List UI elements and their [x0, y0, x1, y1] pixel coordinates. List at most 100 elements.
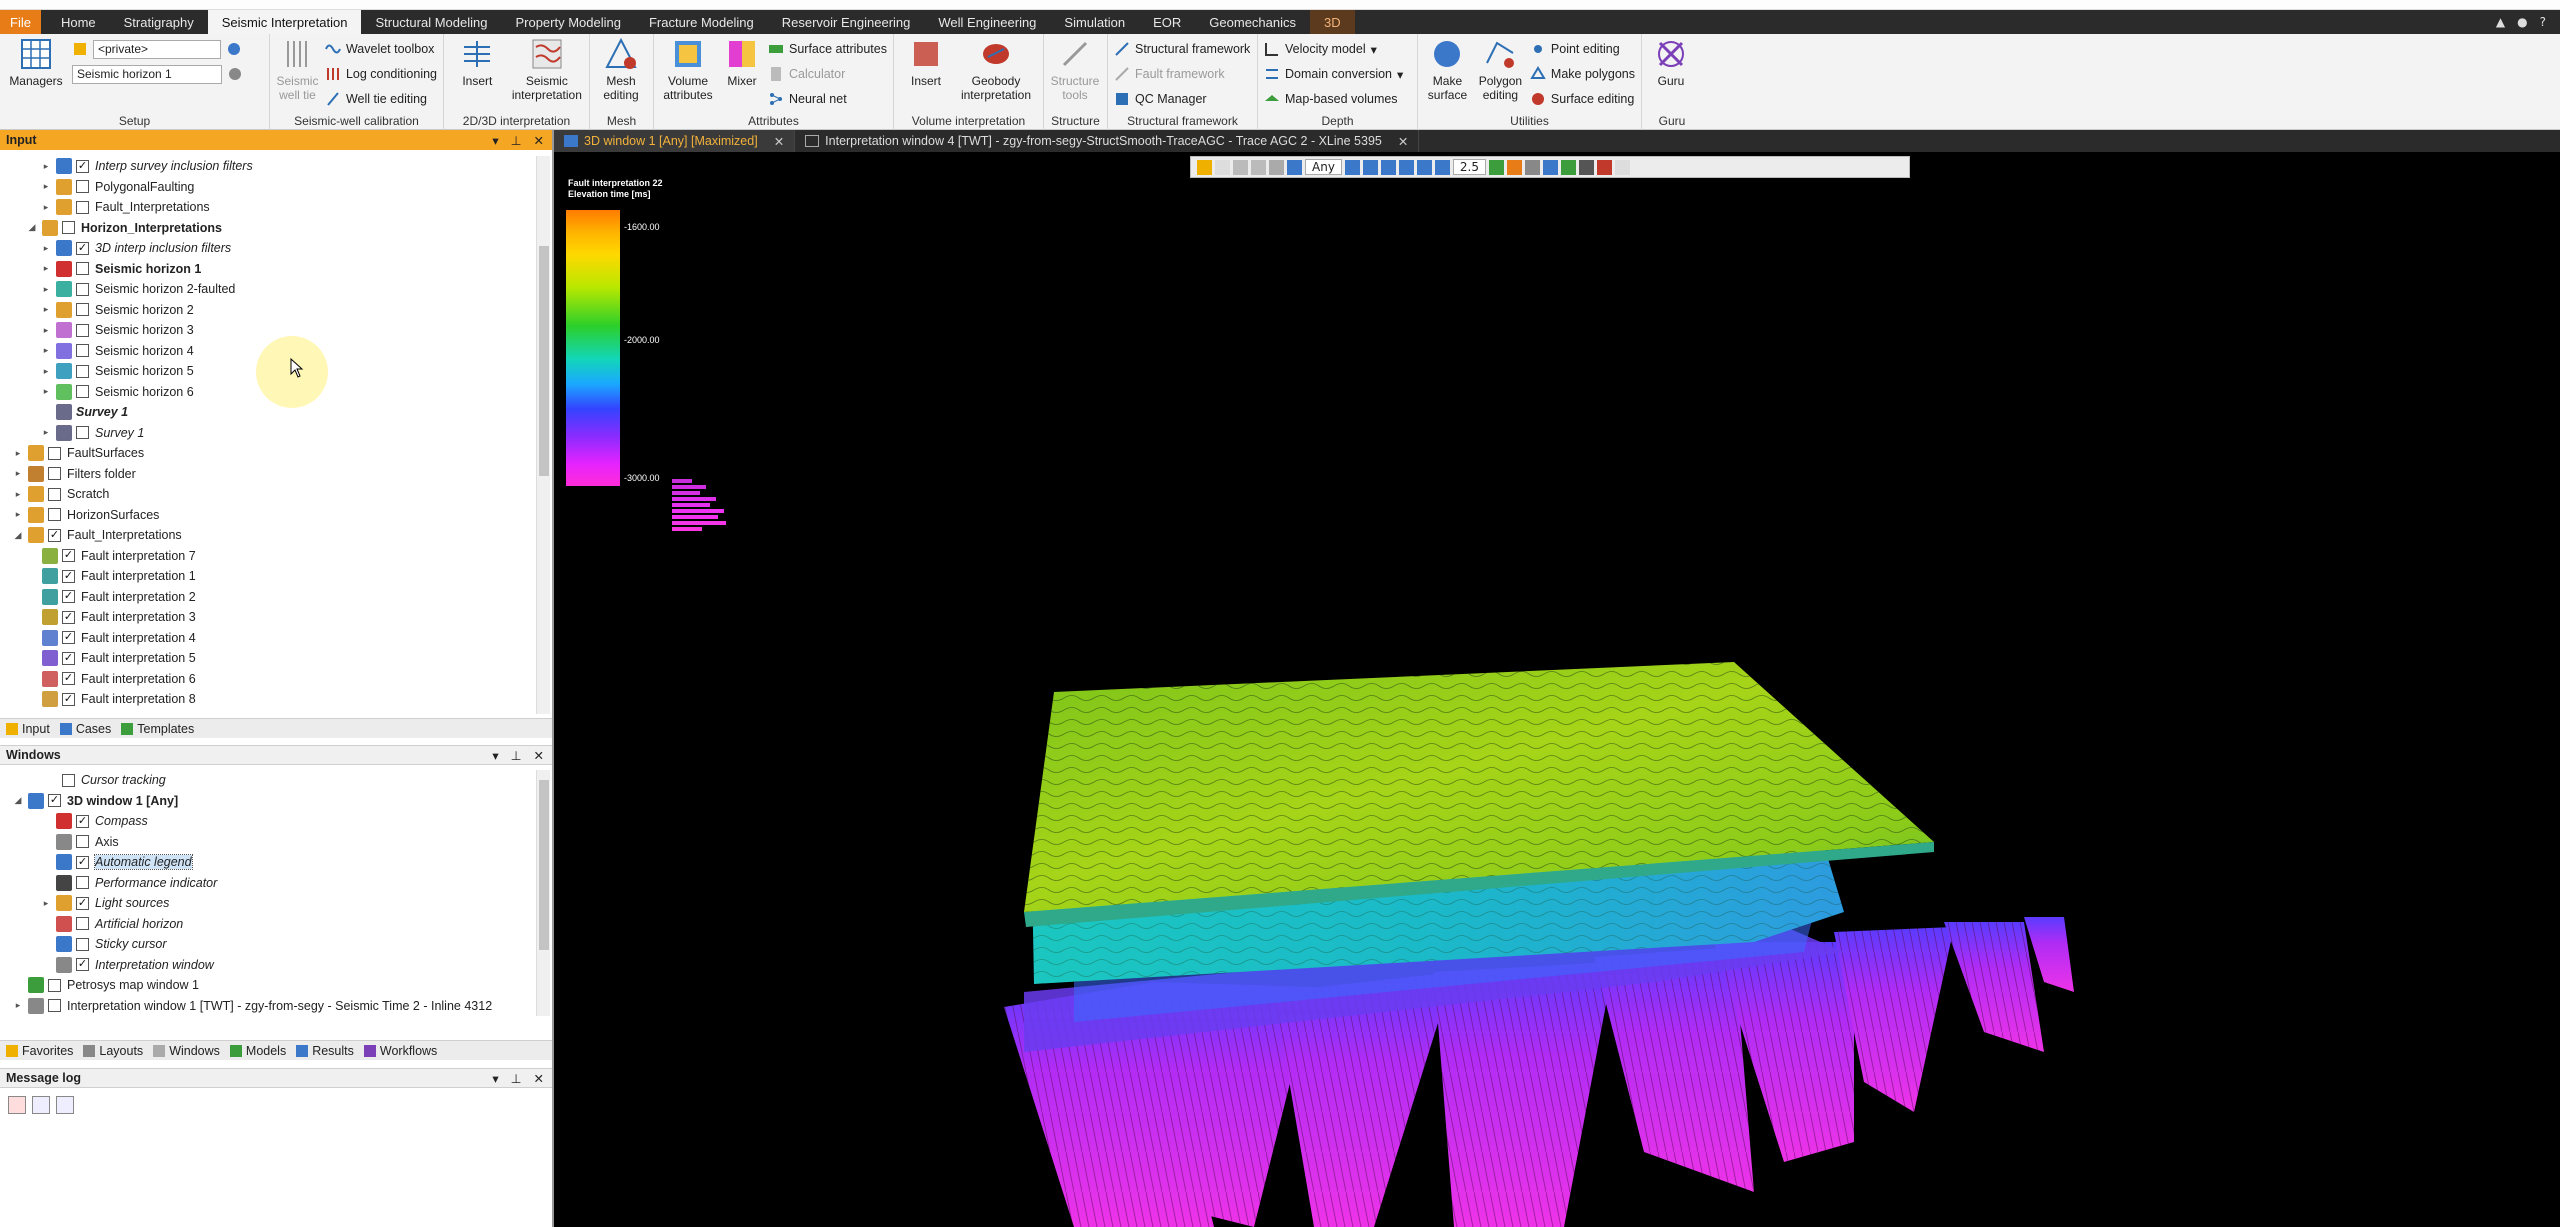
visibility-checkbox[interactable] [76, 200, 89, 214]
neural-net-button[interactable]: Neural net [768, 89, 887, 109]
tab-favorites[interactable]: Favorites [6, 1044, 73, 1058]
tree-row[interactable]: ▸ Seismic horizon 2 [0, 300, 536, 321]
seismic-3d-scene[interactable] [554, 152, 2560, 1227]
tab-geomechanics[interactable]: Geomechanics [1195, 10, 1310, 34]
tree-row[interactable]: ✓ Fault interpretation 5 [0, 648, 536, 669]
chevron-down-icon[interactable]: ▾ [492, 1071, 498, 1086]
tree-row[interactable]: ◢ ✓ 3D window 1 [Any] [0, 791, 536, 812]
visibility-checkbox[interactable]: ✓ [76, 958, 89, 972]
expand-toggle-icon[interactable]: ▸ [40, 304, 52, 315]
tab-templates[interactable]: Templates [121, 722, 194, 736]
seismic-interpretation-button[interactable]: Seismic interpretation [511, 37, 583, 114]
close-icon[interactable]: ✕ [534, 1071, 544, 1086]
window-tab-interpretation[interactable]: Interpretation window 4 [TWT] - zgy-from… [795, 130, 1420, 152]
tree-row[interactable]: ▸ ✓ Light sources [0, 893, 536, 914]
geobody-interpretation-button[interactable]: Geobody interpretation [958, 37, 1034, 114]
visibility-checkbox[interactable]: ✓ [76, 896, 89, 910]
point-editing-button[interactable]: Point editing [1530, 39, 1635, 59]
3d-viewport[interactable]: Any 2.5 Fault interpretation 22 Elevatio… [554, 152, 2560, 1227]
tree-row[interactable]: ▸ Fault_Interpretations [0, 197, 536, 218]
make-polygons-button[interactable]: Make polygons [1530, 64, 1635, 84]
make-surface-button[interactable]: Make surface [1424, 37, 1471, 114]
tab-simulation[interactable]: Simulation [1050, 10, 1139, 34]
tree-row[interactable]: ✓ Fault interpretation 4 [0, 628, 536, 649]
clear-log-icon[interactable] [8, 1096, 26, 1114]
tab-input[interactable]: Input [6, 722, 50, 736]
visibility-checkbox[interactable]: ✓ [48, 528, 61, 542]
mesh-editing-button[interactable]: Mesh editing [596, 37, 646, 114]
log-conditioning-button[interactable]: Log conditioning [325, 64, 437, 84]
tab-reservoir-engineering[interactable]: Reservoir Engineering [768, 10, 925, 34]
tree-row[interactable]: ✓ Automatic legend [0, 852, 536, 873]
tree-row[interactable]: ✓ Compass [0, 811, 536, 832]
visibility-checkbox[interactable]: ✓ [76, 814, 89, 828]
rotate-icon[interactable] [1434, 159, 1450, 175]
tree-row[interactable]: ▸ PolygonalFaulting [0, 177, 536, 198]
tab-structural-modeling[interactable]: Structural Modeling [361, 10, 501, 34]
axis-icon[interactable] [1543, 159, 1559, 175]
user-icon[interactable]: ● [2517, 15, 2527, 29]
visibility-checkbox[interactable] [76, 937, 89, 951]
window-tab-3d[interactable]: 3D window 1 [Any] [Maximized] ✕ [554, 130, 796, 152]
tree-row[interactable]: Survey 1 [0, 402, 536, 423]
top-view-icon[interactable] [1380, 159, 1396, 175]
map-based-volumes-button[interactable]: Map-based volumes [1264, 89, 1403, 109]
tab-cases[interactable]: Cases [59, 722, 111, 736]
expand-toggle-icon[interactable]: ▸ [40, 161, 52, 172]
guru-button[interactable]: Guru [1648, 37, 1694, 114]
visibility-checkbox[interactable]: ✓ [62, 692, 75, 706]
domain-conversion-button[interactable]: Domain conversion ▾ [1264, 64, 1403, 84]
chevron-down-icon[interactable]: ▾ [1397, 67, 1403, 82]
tree-row[interactable]: ▸ Seismic horizon 2-faulted [0, 279, 536, 300]
expand-toggle-icon[interactable]: ◢ [26, 222, 38, 233]
domain-select[interactable]: Any [1305, 159, 1342, 175]
scroll-thumb[interactable] [539, 246, 549, 476]
structural-framework-button[interactable]: Structural framework [1114, 39, 1250, 59]
color-legend-bar[interactable] [566, 210, 620, 486]
velocity-model-button[interactable]: Velocity model ▾ [1264, 39, 1403, 59]
close-icon[interactable]: ✕ [534, 133, 544, 148]
tree-row[interactable]: ✓ Fault interpretation 3 [0, 607, 536, 628]
expand-toggle-icon[interactable]: ▸ [40, 263, 52, 274]
calculator-button[interactable]: Calculator [768, 64, 887, 84]
visibility-checkbox[interactable] [76, 262, 89, 276]
visibility-checkbox[interactable] [76, 282, 89, 296]
insert-volume-button[interactable]: Insert [900, 37, 952, 114]
well-tie-editing-button[interactable]: Well tie editing [325, 89, 437, 109]
tree-row[interactable]: ▸ Interpretation window 1 [TWT] - zgy-fro… [0, 996, 536, 1017]
visibility-checkbox[interactable]: ✓ [48, 794, 61, 808]
zoom-icon[interactable] [1287, 159, 1302, 175]
managers-button[interactable]: Managers [6, 37, 66, 114]
expand-toggle-icon[interactable]: ◢ [12, 530, 24, 541]
tree-row[interactable]: ✓ Interpretation window [0, 955, 536, 976]
tab-property-modeling[interactable]: Property Modeling [501, 10, 635, 34]
tab-layouts[interactable]: Layouts [83, 1044, 143, 1058]
tree-row[interactable]: ▸ ✓ 3D interp inclusion filters [0, 238, 536, 259]
close-icon[interactable]: ✕ [534, 748, 544, 763]
tree-row[interactable]: ◢ ✓ Fault_Interpretations [0, 525, 536, 546]
expand-toggle-icon[interactable]: ▸ [40, 325, 52, 336]
tree-row[interactable]: ✓ Fault interpretation 7 [0, 546, 536, 567]
select-icon[interactable] [1197, 159, 1212, 175]
tree-row[interactable]: Cursor tracking [0, 770, 536, 791]
tree-row[interactable]: ▸ Survey 1 [0, 423, 536, 444]
chevron-down-icon[interactable]: ▾ [492, 133, 498, 148]
tree-row[interactable]: ✓ Fault interpretation 6 [0, 669, 536, 690]
visibility-checkbox[interactable] [76, 835, 89, 849]
qc-manager-button[interactable]: QC Manager [1114, 89, 1250, 109]
visibility-checkbox[interactable]: ✓ [62, 651, 75, 665]
help-icon[interactable]: ? [2540, 15, 2546, 29]
tree-row[interactable]: ▸ Seismic horizon 3 [0, 320, 536, 341]
mixer-button[interactable]: Mixer [722, 37, 762, 114]
close-icon[interactable]: ✕ [774, 134, 784, 149]
camera-icon[interactable] [1579, 159, 1595, 175]
collapse-ribbon-icon[interactable]: ▲ [2496, 15, 2505, 29]
tab-3d[interactable]: 3D [1310, 10, 1355, 34]
tab-file[interactable]: File [0, 10, 41, 34]
visibility-checkbox[interactable] [62, 221, 75, 235]
tab-results[interactable]: Results [296, 1044, 354, 1058]
view-icon[interactable] [1233, 159, 1248, 175]
pin-icon[interactable]: ⊥ [511, 748, 522, 763]
chevron-down-icon[interactable]: ▾ [492, 748, 498, 763]
tab-models[interactable]: Models [229, 1044, 286, 1058]
